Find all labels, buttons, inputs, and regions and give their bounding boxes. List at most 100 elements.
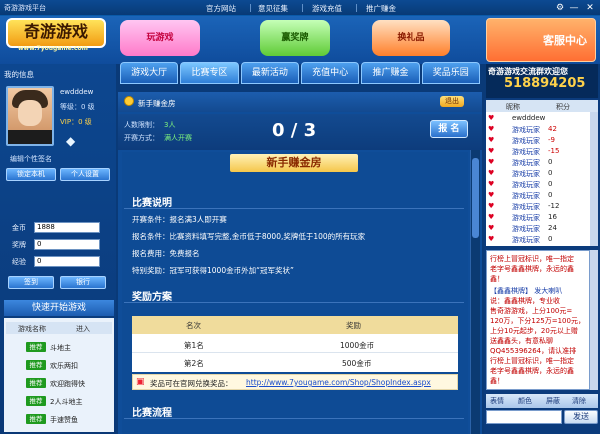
signup-button[interactable]: 报 名 xyxy=(430,120,468,138)
recommend-badge: 推荐 xyxy=(26,414,46,424)
rank-name[interactable]: 游戏玩家 xyxy=(512,191,540,201)
prize-reward: 500金币 xyxy=(342,359,372,368)
lock-device-button[interactable]: 锁定本机 xyxy=(6,168,56,181)
app-logo: 奇游游戏 xyxy=(6,18,106,48)
medal-value: 0 xyxy=(34,239,100,250)
gear-icon[interactable]: ⚙ xyxy=(554,2,566,14)
gift-icon: ▣ xyxy=(136,377,145,387)
qq-group-number: 518894205 xyxy=(504,76,586,91)
rank-name[interactable]: 游戏玩家 xyxy=(512,125,540,135)
rank-name[interactable]: 游戏玩家 xyxy=(512,235,540,245)
quick-game-item[interactable]: 欢乐两扣 xyxy=(50,361,78,371)
bank-button[interactable]: 银行 xyxy=(60,276,106,289)
clear-button[interactable]: 清除 xyxy=(572,396,586,406)
rank-score: 0 xyxy=(548,235,553,243)
divider xyxy=(124,418,464,419)
rule-line: 特别奖励：冠军可获得1000金币外加“冠军奖状” xyxy=(132,266,294,275)
toplink-recharge[interactable]: 游戏充值 xyxy=(312,3,342,14)
quick-game-item[interactable]: 手速赞鱼 xyxy=(50,415,78,425)
edit-signature-link[interactable]: 编辑个性签名 xyxy=(10,154,52,164)
toplink-official[interactable]: 官方网站 xyxy=(206,3,236,14)
rank-name[interactable]: 游戏玩家 xyxy=(512,158,540,168)
rule-line: 报名条件：比赛资料填写完整,金币低于8000,奖牌低于100的所有玩家 xyxy=(132,232,366,241)
block-button[interactable]: 屏蔽 xyxy=(546,396,560,406)
quick-game-item[interactable]: 欢迎跑得快 xyxy=(50,379,85,389)
chat-line: 售奇游游戏，上分100元= xyxy=(490,307,573,315)
gold-value: 1888 xyxy=(34,222,100,233)
column-reward: 奖励 xyxy=(346,321,361,330)
toplink-feedback[interactable]: 意见征集 xyxy=(258,3,288,14)
player-icon: ♥ xyxy=(488,191,495,199)
rank-name[interactable]: 游戏玩家 xyxy=(512,224,540,234)
close-button[interactable]: ✕ xyxy=(584,2,596,14)
user-level: 等级：0 级 xyxy=(60,103,95,111)
chat-line: 送鑫鑫头，有意私聊 xyxy=(490,337,553,345)
chat-scrollbar[interactable] xyxy=(590,250,598,390)
mode-value: 满人开赛 xyxy=(164,134,192,142)
toplink-promote[interactable]: 推广赚金 xyxy=(366,3,396,14)
rank-name[interactable]: 游戏玩家 xyxy=(512,202,540,212)
minimize-button[interactable]: — xyxy=(568,2,580,14)
player-icon: ♥ xyxy=(488,147,495,155)
nav-events[interactable]: 最新活动 xyxy=(240,62,299,84)
personal-settings-button[interactable]: 个人设置 xyxy=(60,168,110,181)
section-flow-title: 比赛流程 xyxy=(132,408,172,419)
quick-game-item[interactable]: 斗地主 xyxy=(50,343,71,353)
diamond-icon: ◆ xyxy=(66,134,76,148)
send-button[interactable]: 发送 xyxy=(564,410,598,424)
nav-promote[interactable]: 推广赚金 xyxy=(361,62,420,84)
recommend-badge: 推荐 xyxy=(26,342,46,352)
section-prize-title: 奖励方案 xyxy=(132,292,172,303)
avatar[interactable] xyxy=(6,86,54,146)
divider xyxy=(356,4,357,12)
rank-scrollbar[interactable] xyxy=(590,112,598,246)
rank-name[interactable]: 游戏玩家 xyxy=(512,180,540,190)
nav-recharge[interactable]: 充值中心 xyxy=(300,62,360,84)
nav-prizes[interactable]: 奖品乐园 xyxy=(421,62,480,84)
gold-label: 金币 xyxy=(12,224,26,232)
chat-line: 老字号鑫鑫棋牌，永远的鑫 xyxy=(490,265,574,273)
divider xyxy=(132,352,458,353)
player-icon: ♥ xyxy=(488,114,495,122)
detail-scrollbar[interactable] xyxy=(470,150,480,434)
exp-value: 0 xyxy=(34,256,100,267)
room-name: 新手赚金房 xyxy=(138,99,176,108)
rank-name[interactable]: 游戏玩家 xyxy=(512,147,540,157)
chat-line[interactable]: 【鑫鑫棋牌】 发大喇叭 xyxy=(490,286,562,296)
detail-title: 新手赚金房 xyxy=(230,154,358,172)
quick-game-item[interactable]: 2人斗地主 xyxy=(50,397,82,407)
rank-name[interactable]: ewdddew xyxy=(512,114,545,122)
promo-win-medals[interactable]: 赢奖牌 xyxy=(260,20,330,56)
exit-button[interactable]: 退出 xyxy=(440,96,464,107)
chat-input[interactable] xyxy=(486,410,562,424)
rank-score: 0 xyxy=(548,169,553,177)
signin-button[interactable]: 签到 xyxy=(8,276,54,289)
title-bar: 奇游游戏平台 xyxy=(0,0,600,16)
rank-name[interactable]: 游戏玩家 xyxy=(512,213,540,223)
mode-label: 开赛方式： xyxy=(124,134,159,142)
coin-icon xyxy=(124,96,134,106)
user-id: ewdddew xyxy=(60,88,94,96)
rank-name[interactable]: 游戏玩家 xyxy=(512,169,540,179)
rank-score: 24 xyxy=(548,224,557,232)
recommend-badge: 推荐 xyxy=(26,378,46,388)
shop-link[interactable]: http://www.7yougame.com/Shop/ShopIndex.a… xyxy=(246,378,431,387)
nav-lobby[interactable]: 游戏大厅 xyxy=(120,62,179,84)
column-nickname: 昵称 xyxy=(506,103,520,111)
prize-rank: 第2名 xyxy=(184,359,204,368)
emoji-button[interactable]: 表情 xyxy=(490,396,504,406)
promo-play-games[interactable]: 玩游戏 xyxy=(120,20,200,56)
recommend-badge: 推荐 xyxy=(26,360,46,370)
customer-service-button[interactable]: 客服中心 xyxy=(486,18,596,62)
player-icon: ♥ xyxy=(488,235,495,243)
recommend-badge: 推荐 xyxy=(26,396,46,406)
rank-score: 0 xyxy=(548,158,553,166)
promo-exchange-gifts[interactable]: 换礼品 xyxy=(372,20,450,56)
color-button[interactable]: 颜色 xyxy=(518,396,532,406)
rank-name[interactable]: 游戏玩家 xyxy=(512,136,540,146)
nav-match[interactable]: 比赛专区 xyxy=(180,62,239,84)
divider xyxy=(124,208,464,209)
prize-rank: 第1名 xyxy=(184,341,204,350)
chat-line: 老字号鑫鑫棋牌，永远的鑫 xyxy=(490,367,574,375)
chat-line: 120万，下分125万=100元， xyxy=(490,317,585,325)
